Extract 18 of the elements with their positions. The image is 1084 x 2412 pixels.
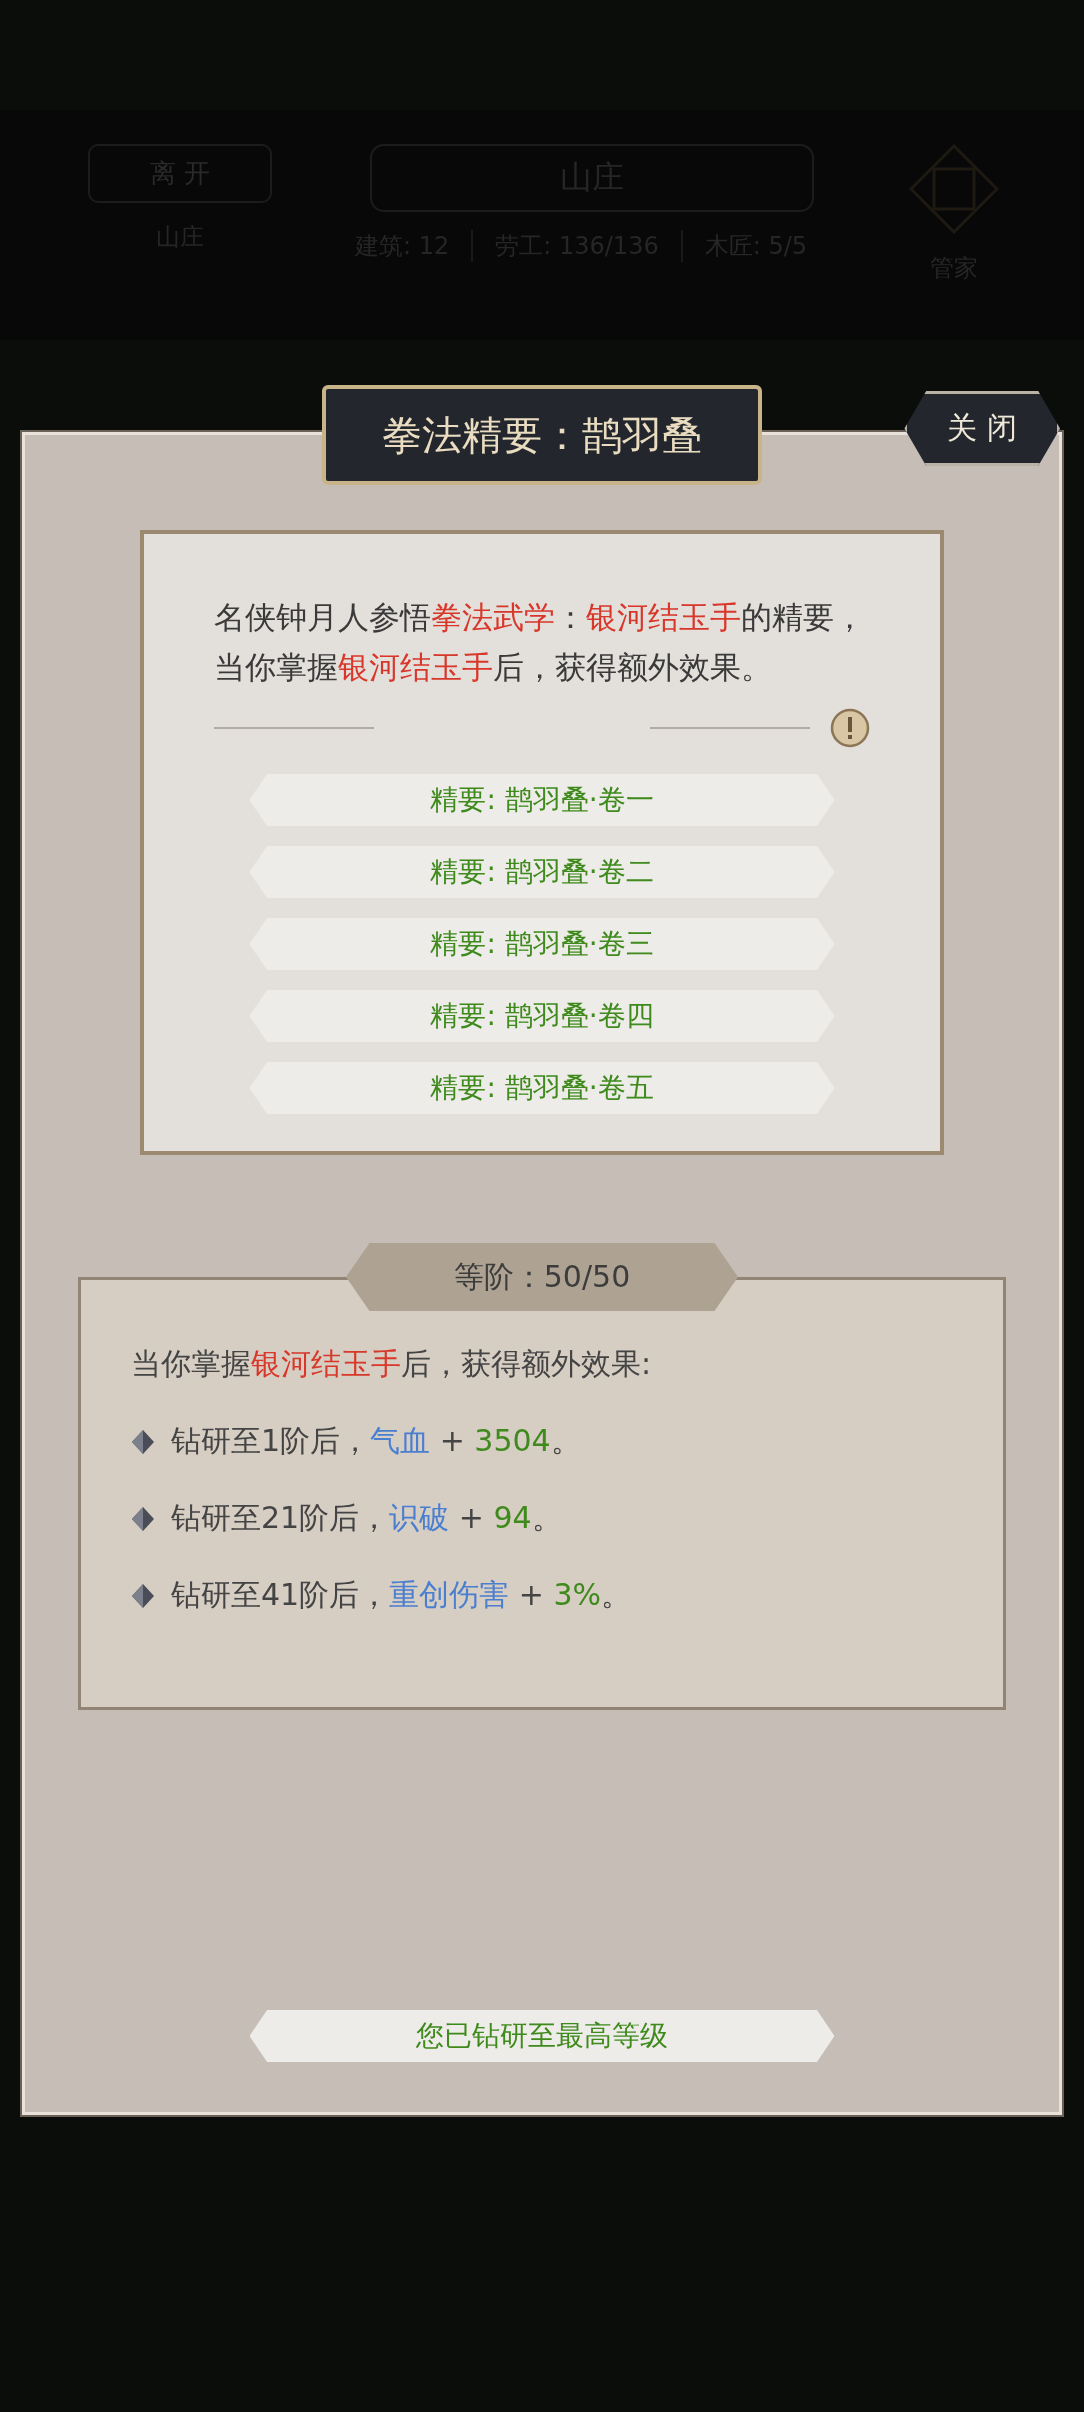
warning-icon[interactable] [830,708,870,748]
diamond-icon [131,1505,155,1532]
status-banner: 您已钻研至最高等级 [249,2010,835,2062]
volume-item[interactable]: 精要: 鹊羽叠·卷三 [249,918,835,970]
effect-text: 钻研至41阶后，重创伤害 + 3%。 [171,1576,631,1614]
volume-item[interactable]: 精要: 鹊羽叠·卷五 [249,1062,835,1114]
volume-item[interactable]: 精要: 鹊羽叠·卷四 [249,990,835,1042]
level-label: 等阶：50/50 [346,1243,738,1311]
intro-text: 名侠钟月人参悟拳法武学：银河结玉手的精要，当你掌握银河结玉手后，获得额外效果。 [214,598,866,687]
volume-item[interactable]: 精要: 鹊羽叠·卷一 [249,774,835,826]
diamond-icon [131,1582,155,1609]
dialog-title: 拳法精要：鹊羽叠 [322,385,762,485]
effect-text: 钻研至1阶后，气血 + 3504。 [171,1422,581,1460]
effects-intro: 当你掌握银河结玉手后，获得额外效果: [131,1345,652,1383]
diamond-icon [131,1428,155,1455]
close-button[interactable]: 关 闭 [904,391,1060,466]
effect-text: 钻研至21阶后，识破 + 94。 [171,1499,562,1537]
volume-item[interactable]: 精要: 鹊羽叠·卷二 [249,846,835,898]
